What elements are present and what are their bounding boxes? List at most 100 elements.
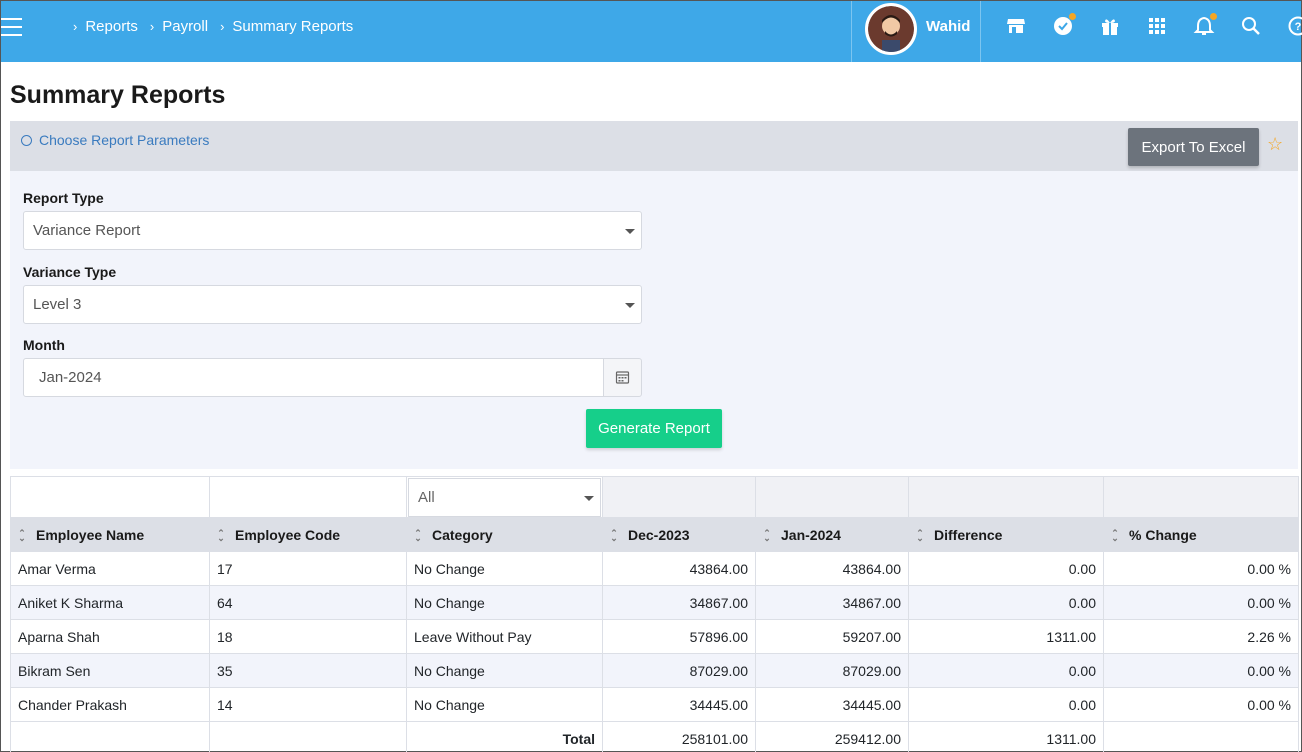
calendar-button[interactable] (603, 358, 642, 397)
cell-employee-code: 18 (209, 619, 407, 654)
cell-employee-code: 64 (209, 585, 407, 620)
apps-grid-icon[interactable] (1146, 15, 1168, 37)
sort-icon: ⌃ ⌄ (1111, 527, 1119, 543)
total-label: Total (406, 721, 603, 752)
info-circle-icon (21, 134, 32, 146)
cell-percent-change: 0.00 % (1103, 653, 1299, 688)
cell-percent-change: 0.00 % (1103, 551, 1299, 586)
filter-employee-name[interactable] (10, 476, 210, 518)
cell-percent-change: 2.26 % (1103, 619, 1299, 654)
cell-jan-2024: 87029.00 (755, 653, 909, 688)
user-menu[interactable]: Wahid (851, 1, 981, 62)
store-icon[interactable] (1005, 15, 1027, 37)
cell-difference: 0.00 (908, 585, 1104, 620)
table-row[interactable]: Aparna Shah 18 Leave Without Pay 57896.00 59… (10, 619, 1299, 654)
table-row[interactable]: Bikram Sen 35 No Change 87029.00 87029.00 0.0… (10, 653, 1299, 688)
cell-dec-2023: 34445.00 (602, 687, 756, 722)
cell-employee-code: 35 (209, 653, 407, 688)
breadcrumb-payroll[interactable]: Payroll (162, 18, 208, 35)
cell-dec-2023: 34867.00 (602, 585, 756, 620)
total-dec-2023: 258101.00 (602, 721, 756, 752)
help-icon[interactable]: ? (1287, 15, 1302, 37)
column-header-label: Difference (934, 526, 1003, 543)
cell-category: No Change (406, 585, 603, 620)
chevron-right-icon: › (73, 19, 78, 34)
column-header-employee-name[interactable]: ⌃ ⌄ Employee Name (10, 517, 210, 552)
column-header-label: Employee Name (36, 526, 145, 543)
cell-dec-2023: 43864.00 (602, 551, 756, 586)
panel-header: Choose Report Parameters Export To Excel… (10, 121, 1298, 171)
cell-difference: 1311.00 (908, 619, 1104, 654)
gift-icon[interactable] (1099, 15, 1121, 37)
breadcrumb-summary-reports[interactable]: Summary Reports (232, 18, 353, 35)
sort-icon: ⌃ ⌄ (916, 527, 924, 543)
filter-category-cell: All (406, 476, 603, 518)
month-label: Month (23, 337, 65, 353)
choose-report-parameters-toggle[interactable]: Choose Report Parameters (21, 132, 209, 148)
menu-icon[interactable] (1, 18, 23, 36)
generate-report-button[interactable]: Generate Report (586, 409, 722, 448)
chevron-right-icon: › (220, 19, 225, 34)
column-header-employee-code[interactable]: ⌃ ⌄ Employee Code (209, 517, 407, 552)
total-row: Total 258101.00 259412.00 1311.00 (10, 721, 1299, 752)
column-header-difference[interactable]: ⌃ ⌄ Difference (908, 517, 1104, 552)
cell-jan-2024: 59207.00 (755, 619, 909, 654)
report-type-select[interactable]: Variance Report (23, 211, 642, 250)
top-bar: › Reports › Payroll › Summary Reports Wa… (1, 1, 1302, 62)
filter-empty (602, 476, 756, 518)
search-icon[interactable] (1240, 15, 1262, 37)
cell-dec-2023: 57896.00 (602, 619, 756, 654)
cell-category: Leave Without Pay (406, 619, 603, 654)
cell-employee-code: 17 (209, 551, 407, 586)
cell-jan-2024: 43864.00 (755, 551, 909, 586)
table-row[interactable]: Chander Prakash 14 No Change 34445.00 34445.… (10, 687, 1299, 722)
table-row[interactable]: Aniket K Sharma 64 No Change 34867.00 34867.… (10, 585, 1299, 620)
cell-category: No Change (406, 687, 603, 722)
column-header-label: Jan-2024 (781, 526, 841, 543)
table-header-row: ⌃ ⌄ Employee Name ⌃ ⌄ Employee Code ⌃ ⌄ Catego… (10, 517, 1299, 552)
column-header-category[interactable]: ⌃ ⌄ Category (406, 517, 603, 552)
caret-down-icon (625, 229, 635, 234)
cell-employee-name: Aparna Shah (10, 619, 210, 654)
total-jan-2024: 259412.00 (755, 721, 909, 752)
column-header-label: % Change (1129, 526, 1197, 543)
cell-difference: 0.00 (908, 551, 1104, 586)
column-header-dec-2023[interactable]: ⌃ ⌄ Dec-2023 (602, 517, 756, 552)
report-table: All ⌃ ⌄ Employee Name ⌃ ⌄ Employee Code ⌃ ⌄ Ca… (10, 476, 1299, 752)
variance-type-label: Variance Type (23, 264, 117, 280)
star-icon[interactable]: ☆ (1267, 134, 1283, 155)
sort-icon: ⌃ ⌄ (763, 527, 771, 543)
report-type-label: Report Type (23, 190, 104, 206)
export-to-excel-button[interactable]: Export To Excel (1128, 128, 1259, 166)
variance-type-select[interactable]: Level 3 (23, 285, 642, 324)
table-row[interactable]: Amar Verma 17 No Change 43864.00 43864.00 0.0… (10, 551, 1299, 586)
verified-badge-icon[interactable] (1052, 13, 1076, 37)
cell-difference: 0.00 (908, 653, 1104, 688)
cell-employee-name: Amar Verma (10, 551, 210, 586)
column-header-jan-2024[interactable]: ⌃ ⌄ Jan-2024 (755, 517, 909, 552)
notification-dot (1069, 13, 1076, 20)
cell-jan-2024: 34867.00 (755, 585, 909, 620)
report-type-value: Variance Report (33, 222, 141, 239)
column-header-percent-change[interactable]: ⌃ ⌄ % Change (1103, 517, 1299, 552)
sort-icon: ⌃ ⌄ (18, 527, 26, 543)
cell-employee-name: Aniket K Sharma (10, 585, 210, 620)
toolbar-icons: ? (1005, 13, 1302, 37)
calendar-icon (615, 371, 630, 384)
cell-jan-2024: 34445.00 (755, 687, 909, 722)
cell-percent-change: 0.00 % (1103, 687, 1299, 722)
filter-row: All (10, 476, 1299, 518)
cell-percent-change: 0.00 % (1103, 585, 1299, 620)
chevron-right-icon: › (149, 19, 155, 34)
filter-employee-code[interactable] (209, 476, 407, 518)
breadcrumb-reports[interactable]: Reports (85, 18, 138, 35)
sort-icon: ⌃ ⌄ (217, 527, 225, 543)
column-header-label: Dec-2023 (628, 526, 690, 543)
notification-dot (1210, 13, 1217, 20)
category-filter-select[interactable]: All (408, 477, 601, 517)
filter-empty (908, 476, 1104, 518)
month-input[interactable]: Jan-2024 (23, 358, 604, 397)
bell-icon[interactable] (1193, 13, 1217, 37)
cell-category: No Change (406, 653, 603, 688)
cell-difference: 0.00 (908, 687, 1104, 722)
